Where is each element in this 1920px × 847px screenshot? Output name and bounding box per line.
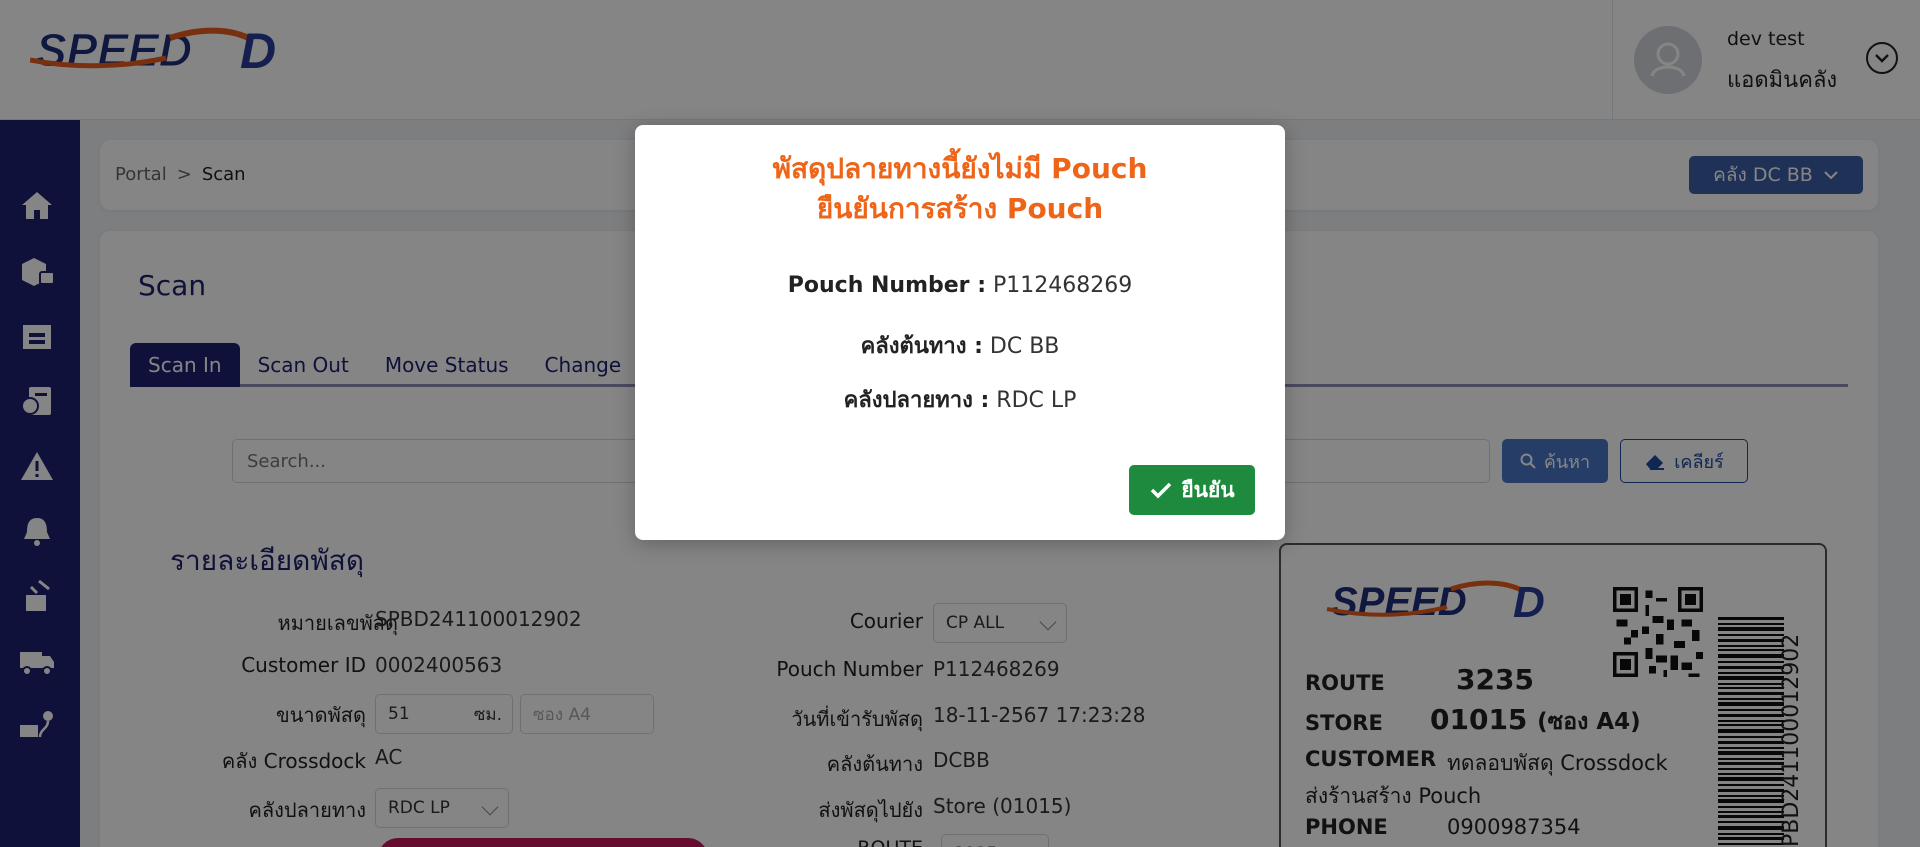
dialog-pouch-label: Pouch Number : bbox=[787, 273, 986, 298]
dialog-title-line1: พัสดุปลายทางนี้ยังไม่มี Pouch bbox=[772, 152, 1148, 185]
dialog-title-line2: ยืนยันการสร้าง Pouch bbox=[816, 192, 1104, 225]
confirm-button[interactable]: ยืนยัน bbox=[1129, 465, 1255, 515]
dialog-dest-label: คลังปลายทาง : bbox=[843, 388, 990, 413]
check-icon bbox=[1151, 482, 1172, 499]
dialog-dest-value: RDC LP bbox=[996, 388, 1077, 413]
dialog-dest-row: คลังปลายทาง : RDC LP bbox=[635, 382, 1285, 417]
confirm-button-label: ยืนยัน bbox=[1181, 477, 1235, 502]
create-pouch-dialog: พัสดุปลายทางนี้ยังไม่มี Pouch ยืนยันการส… bbox=[635, 125, 1285, 540]
dialog-origin-label: คลังต้นทาง : bbox=[860, 334, 983, 359]
dialog-origin-value: DC BB bbox=[989, 334, 1060, 359]
dialog-pouch-row: Pouch Number : P112468269 bbox=[635, 273, 1285, 298]
dialog-pouch-value: P112468269 bbox=[993, 273, 1133, 298]
dialog-origin-row: คลังต้นทาง : DC BB bbox=[635, 328, 1285, 363]
